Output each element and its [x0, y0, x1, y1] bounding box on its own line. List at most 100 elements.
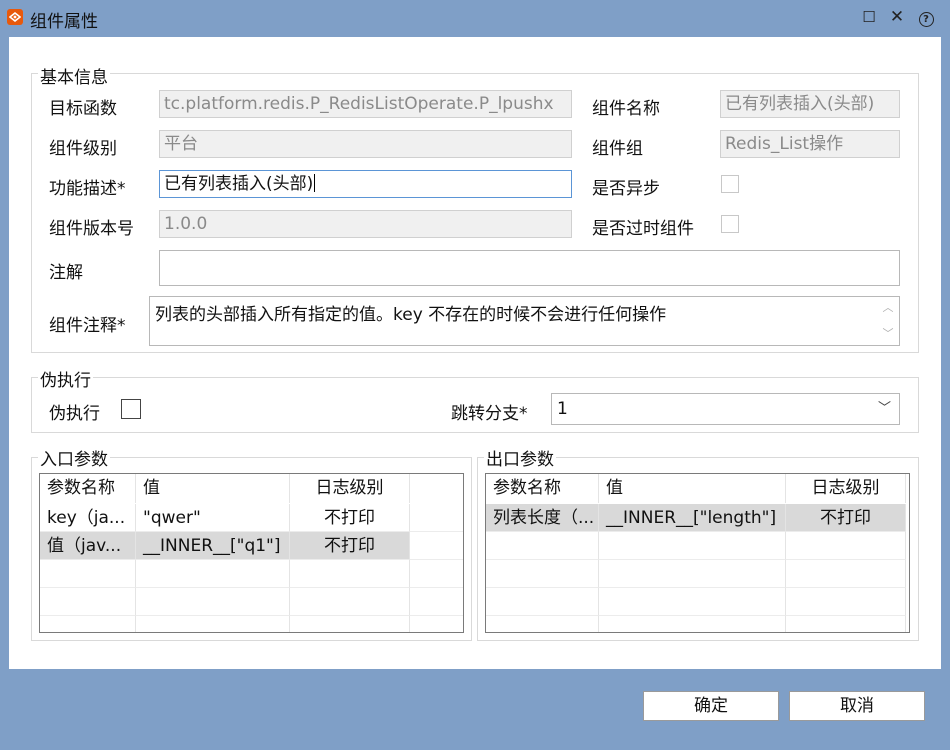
text-caret [314, 174, 316, 192]
empty-cell [486, 532, 599, 560]
input-header-name[interactable]: 参数名称 [40, 474, 136, 503]
empty-cell [136, 588, 290, 616]
empty-cell [410, 560, 463, 588]
scroll-up-icon[interactable]: ︿ [881, 301, 895, 315]
deprecated-label: 是否过时组件 [592, 219, 694, 239]
component-level-label: 组件级别 [49, 139, 117, 159]
empty-row [486, 616, 909, 632]
input-header-value[interactable]: 值 [136, 474, 290, 503]
output-header-name[interactable]: 参数名称 [486, 474, 599, 503]
version-label: 组件版本号 [49, 219, 134, 239]
pseudo-exec-label: 伪执行 [49, 404, 100, 424]
function-description-input[interactable]: 已有列表插入(头部) [159, 170, 572, 198]
empty-cell [486, 560, 599, 588]
function-description-label: 功能描述* [49, 179, 126, 199]
comment-textarea[interactable]: 列表的头部插入所有指定的值。key 不存在的时候不会进行任何操作 ︿ ﹀ [149, 296, 900, 346]
output-header-level[interactable]: 日志级别 [786, 474, 906, 503]
empty-row [40, 560, 463, 588]
filler-cell [410, 532, 463, 560]
title-bar: 组件属性 ☐ ✕ ? [0, 0, 950, 36]
empty-cell [486, 588, 599, 616]
comment-text: 列表的头部插入所有指定的值。key 不存在的时候不会进行任何操作 [155, 305, 667, 325]
empty-cell [410, 616, 463, 632]
basic-info-title: 基本信息 [38, 63, 110, 88]
param-name-cell[interactable]: 列表长度（... [486, 504, 599, 532]
empty-cell [786, 588, 906, 616]
input-params-table: 参数名称 值 日志级别 key（ja... "qwer" 不打印 值（jav..… [39, 473, 464, 633]
empty-row [486, 588, 909, 616]
empty-row [40, 616, 463, 632]
param-level-cell[interactable]: 不打印 [290, 532, 410, 560]
empty-row [40, 588, 463, 616]
pseudo-exec-checkbox[interactable] [121, 399, 141, 419]
filler-cell [410, 504, 463, 532]
branch-select-value: 1 [557, 399, 568, 419]
window-title: 组件属性 [30, 12, 98, 32]
target-function-label: 目标函数 [49, 99, 117, 119]
target-function-field[interactable]: tc.platform.redis.P_RedisListOperate.P_l… [159, 90, 572, 118]
empty-row [486, 560, 909, 588]
empty-cell [786, 532, 906, 560]
empty-cell [40, 588, 136, 616]
empty-cell [136, 560, 290, 588]
output-header-value[interactable]: 值 [599, 474, 786, 503]
empty-cell [136, 616, 290, 632]
function-description-text: 已有列表插入(头部) [164, 174, 314, 194]
param-name-cell[interactable]: key（ja... [40, 504, 136, 532]
param-level-cell[interactable]: 不打印 [290, 504, 410, 532]
branch-label: 跳转分支* [451, 404, 528, 424]
param-name-cell[interactable]: 值（jav... [40, 532, 136, 560]
empty-cell [599, 616, 786, 632]
app-logo-icon [7, 9, 23, 25]
output-params-title: 出口参数 [484, 445, 556, 470]
param-value-cell[interactable]: __INNER__["length"] [599, 504, 786, 532]
ok-button[interactable]: 确定 [643, 691, 779, 721]
component-group-label: 组件组 [592, 139, 643, 159]
maximize-icon[interactable]: ☐ [858, 6, 880, 28]
async-checkbox[interactable] [721, 175, 739, 193]
pseudo-exec-title: 伪执行 [38, 366, 93, 391]
input-header-level[interactable]: 日志级别 [290, 474, 410, 503]
empty-cell [786, 616, 906, 632]
component-name-label: 组件名称 [592, 99, 660, 119]
close-icon[interactable]: ✕ [886, 6, 908, 28]
scroll-down-icon[interactable]: ﹀ [881, 327, 895, 341]
cancel-button[interactable]: 取消 [789, 691, 925, 721]
input-header-filler [410, 474, 463, 503]
table-row[interactable]: 值（jav... __INNER__["q1"] 不打印 [40, 532, 463, 560]
table-row[interactable]: 列表长度（... __INNER__["length"] 不打印 [486, 504, 909, 532]
empty-cell [40, 560, 136, 588]
help-glyph: ? [918, 12, 934, 27]
input-params-title: 入口参数 [38, 445, 110, 470]
async-label: 是否异步 [592, 179, 660, 199]
help-icon[interactable]: ? [915, 6, 937, 28]
empty-cell [290, 560, 410, 588]
component-group-field[interactable]: Redis_List操作 [720, 130, 900, 158]
dialog-client: 基本信息 目标函数 tc.platform.redis.P_RedisListO… [9, 37, 941, 669]
param-level-cell[interactable]: 不打印 [786, 504, 906, 532]
note-input[interactable] [159, 250, 900, 286]
empty-cell [599, 560, 786, 588]
empty-cell [786, 560, 906, 588]
component-level-field[interactable]: 平台 [159, 130, 572, 158]
empty-cell [290, 588, 410, 616]
output-header-filler [906, 474, 909, 503]
empty-cell [410, 588, 463, 616]
empty-cell [40, 616, 136, 632]
empty-row [486, 532, 909, 560]
empty-cell [486, 616, 599, 632]
comment-label: 组件注释* [49, 316, 126, 336]
version-field[interactable]: 1.0.0 [159, 210, 572, 238]
empty-cell [599, 588, 786, 616]
table-row[interactable]: key（ja... "qwer" 不打印 [40, 504, 463, 532]
component-name-field[interactable]: 已有列表插入(头部) [720, 90, 900, 118]
empty-cell [290, 616, 410, 632]
chevron-down-icon[interactable]: ﹀ [878, 394, 891, 424]
empty-cell [599, 532, 786, 560]
deprecated-checkbox[interactable] [721, 215, 739, 233]
param-value-cell[interactable]: __INNER__["q1"] [136, 532, 290, 560]
branch-select[interactable]: 1 ﹀ [551, 393, 900, 425]
param-value-cell[interactable]: "qwer" [136, 504, 290, 532]
note-label: 注解 [49, 263, 83, 283]
output-params-table: 参数名称 值 日志级别 列表长度（... __INNER__["length"]… [485, 473, 910, 633]
